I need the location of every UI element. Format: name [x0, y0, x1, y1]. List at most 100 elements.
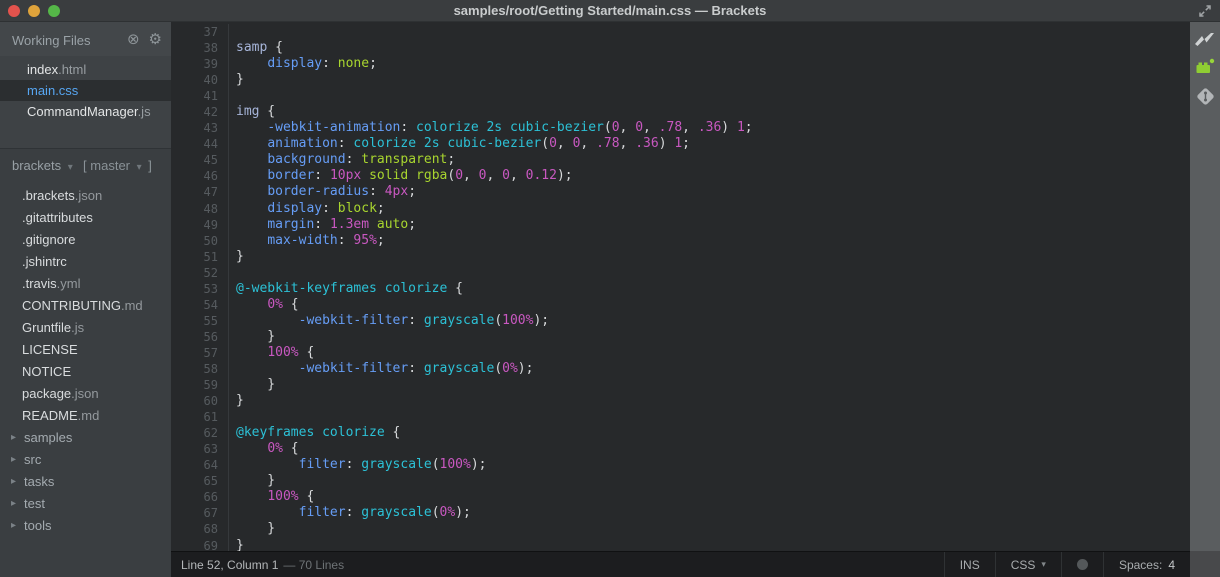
- code-line[interactable]: 58 -webkit-filter: grayscale(0%);: [171, 361, 1190, 377]
- tree-file-item[interactable]: LICENSE: [0, 339, 171, 361]
- indent-size-value: 4: [1168, 558, 1175, 572]
- file-name: CONTRIBUTING: [22, 298, 121, 313]
- code-line[interactable]: 68 }: [171, 521, 1190, 537]
- tree-folder-item[interactable]: ▸src: [0, 449, 171, 471]
- working-file-item[interactable]: index.html: [0, 59, 171, 80]
- folder-name: src: [24, 452, 41, 467]
- zoom-window-button[interactable]: [48, 5, 60, 17]
- language-dropdown[interactable]: CSS ▾: [995, 552, 1061, 577]
- code-line[interactable]: 57 100% {: [171, 345, 1190, 361]
- file-name: Gruntfile: [22, 320, 71, 335]
- titlebar: samples/root/Getting Started/main.css — …: [0, 0, 1220, 22]
- code-line[interactable]: 43 -webkit-animation: colorize 2s cubic-…: [171, 120, 1190, 136]
- code-text: border-radius: 4px;: [229, 184, 416, 200]
- code-line[interactable]: 50 max-width: 95%;: [171, 233, 1190, 249]
- code-line[interactable]: 61: [171, 409, 1190, 425]
- line-number: 43: [171, 120, 229, 136]
- tree-file-item[interactable]: .gitattributes: [0, 207, 171, 229]
- git-branch-dropdown[interactable]: [ master ▾ ]: [79, 158, 152, 173]
- code-line[interactable]: 55 -webkit-filter: grayscale(100%);: [171, 313, 1190, 329]
- tree-file-item[interactable]: .brackets.json: [0, 185, 171, 207]
- code-line[interactable]: 69}: [171, 538, 1190, 552]
- code-editor[interactable]: 3738samp {39 display: none;40}4142img {4…: [171, 22, 1190, 551]
- code-line[interactable]: 48 display: block;: [171, 201, 1190, 217]
- code-text: border: 10px solid rgba(0, 0, 0, 0.12);: [229, 168, 573, 184]
- line-number: 38: [171, 40, 229, 56]
- code-line[interactable]: 40}: [171, 72, 1190, 88]
- brackets-window: samples/root/Getting Started/main.css — …: [0, 0, 1220, 577]
- project-header: brackets ▾ [ master ▾ ]: [0, 149, 171, 173]
- code-line[interactable]: 59 }: [171, 377, 1190, 393]
- file-extension: .js: [71, 320, 84, 335]
- code-line[interactable]: 39 display: none;: [171, 56, 1190, 72]
- gear-icon[interactable]: ⚙: [149, 32, 162, 47]
- code-line[interactable]: 65 }: [171, 473, 1190, 489]
- tree-file-item[interactable]: NOTICE: [0, 361, 171, 383]
- code-line[interactable]: 64 filter: grayscale(100%);: [171, 457, 1190, 473]
- code-line[interactable]: 49 margin: 1.3em auto;: [171, 217, 1190, 233]
- code-line[interactable]: 67 filter: grayscale(0%);: [171, 505, 1190, 521]
- file-name: NOTICE: [22, 364, 71, 379]
- folder-arrow-icon: ▸: [11, 471, 16, 493]
- tree-folder-item[interactable]: ▸tasks: [0, 471, 171, 493]
- live-preview-lightning-icon[interactable]: [1195, 33, 1215, 47]
- project-name-dropdown[interactable]: brackets: [12, 158, 61, 173]
- file-name: main: [27, 83, 55, 98]
- file-name: .brackets: [22, 188, 75, 203]
- code-line[interactable]: 63 0% {: [171, 441, 1190, 457]
- code-line[interactable]: 45 background: transparent;: [171, 152, 1190, 168]
- line-number: 63: [171, 441, 229, 457]
- code-text: 100% {: [229, 489, 314, 505]
- code-text: }: [229, 521, 275, 537]
- expand-panels-icon[interactable]: [1197, 3, 1213, 24]
- minimize-window-button[interactable]: [28, 5, 40, 17]
- tree-file-item[interactable]: package.json: [0, 383, 171, 405]
- code-line[interactable]: 56 }: [171, 329, 1190, 345]
- code-line[interactable]: 53@-webkit-keyframes colorize {: [171, 281, 1190, 297]
- code-line[interactable]: 41: [171, 88, 1190, 104]
- working-file-item[interactable]: main.css: [0, 80, 171, 101]
- file-name: package: [22, 386, 71, 401]
- code-text: filter: grayscale(0%);: [229, 505, 471, 521]
- tree-file-item[interactable]: .gitignore: [0, 229, 171, 251]
- code-line[interactable]: 37: [171, 24, 1190, 40]
- code-text: margin: 1.3em auto;: [229, 217, 416, 233]
- close-window-button[interactable]: [8, 5, 20, 17]
- tree-folder-item[interactable]: ▸test: [0, 493, 171, 515]
- window-title: samples/root/Getting Started/main.css — …: [0, 0, 1220, 21]
- extension-manager-brick-icon[interactable]: [1195, 58, 1215, 75]
- folder-name: samples: [24, 430, 72, 445]
- code-line[interactable]: 66 100% {: [171, 489, 1190, 505]
- git-extension-icon[interactable]: [1195, 86, 1216, 107]
- sidebar: Working Files ⊗ ⚙ index.htmlmain.cssComm…: [0, 22, 171, 577]
- code-line[interactable]: 38samp {: [171, 40, 1190, 56]
- file-name: .gitignore: [22, 232, 75, 247]
- indent-setting[interactable]: Spaces: 4: [1103, 552, 1190, 577]
- code-line[interactable]: 47 border-radius: 4px;: [171, 184, 1190, 200]
- code-line[interactable]: 52: [171, 265, 1190, 281]
- insert-mode-toggle[interactable]: INS: [944, 552, 995, 577]
- code-line[interactable]: 51}: [171, 249, 1190, 265]
- lint-status-indicator[interactable]: [1061, 552, 1103, 577]
- tree-file-item[interactable]: CONTRIBUTING.md: [0, 295, 171, 317]
- line-number: 41: [171, 88, 229, 104]
- file-extension: .yml: [57, 276, 81, 291]
- tree-folder-item[interactable]: ▸samples: [0, 427, 171, 449]
- code-line[interactable]: 62@keyframes colorize {: [171, 425, 1190, 441]
- code-line[interactable]: 44 animation: colorize 2s cubic-bezier(0…: [171, 136, 1190, 152]
- file-extension: .css: [55, 83, 78, 98]
- tree-file-item[interactable]: .jshintrc: [0, 251, 171, 273]
- code-line[interactable]: 54 0% {: [171, 297, 1190, 313]
- tree-file-item[interactable]: .travis.yml: [0, 273, 171, 295]
- tree-file-item[interactable]: README.md: [0, 405, 171, 427]
- folder-arrow-icon: ▸: [11, 493, 16, 515]
- close-all-icon[interactable]: ⊗: [127, 32, 140, 47]
- working-file-item[interactable]: CommandManager.js: [0, 101, 171, 122]
- tree-folder-item[interactable]: ▸tools: [0, 515, 171, 537]
- code-line[interactable]: 42img {: [171, 104, 1190, 120]
- file-name: README: [22, 408, 78, 423]
- file-name: LICENSE: [22, 342, 78, 357]
- code-line[interactable]: 60}: [171, 393, 1190, 409]
- code-line[interactable]: 46 border: 10px solid rgba(0, 0, 0, 0.12…: [171, 168, 1190, 184]
- tree-file-item[interactable]: Gruntfile.js: [0, 317, 171, 339]
